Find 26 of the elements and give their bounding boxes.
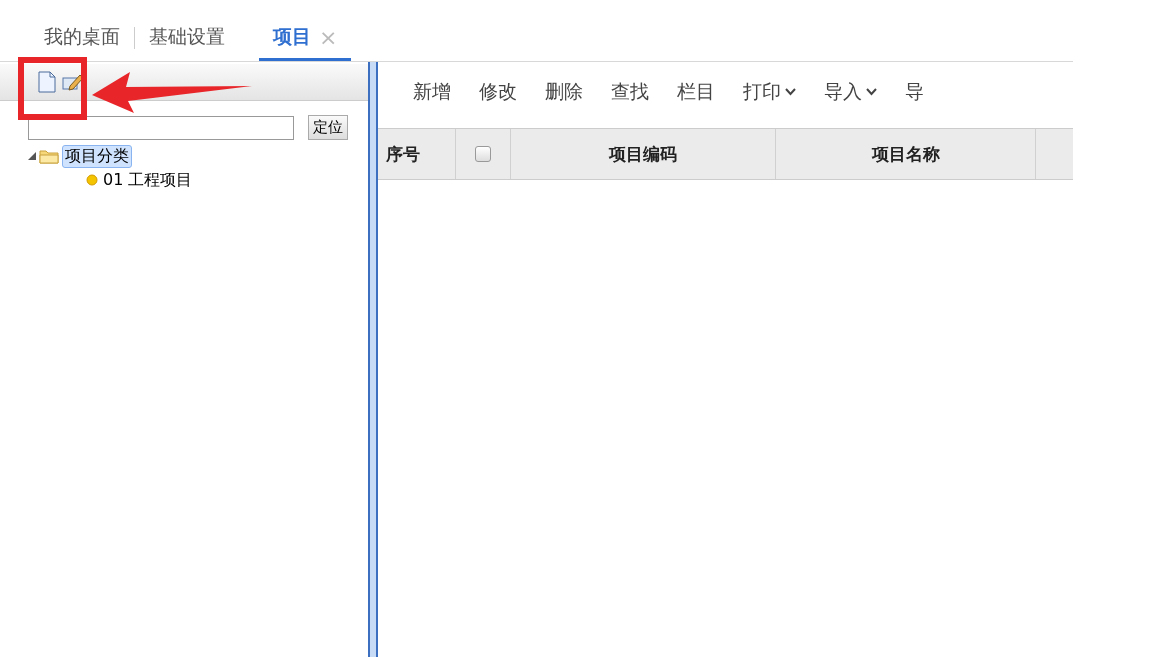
- toolbar-button[interactable]: 新增: [413, 79, 451, 105]
- tab[interactable]: 基础设置: [135, 24, 239, 61]
- pencil-icon[interactable]: [62, 72, 84, 92]
- tree-item[interactable]: 01 工程项目: [101, 169, 195, 191]
- tree-item[interactable]: 项目分类: [62, 144, 132, 168]
- column-header[interactable]: 项目名称: [871, 142, 940, 166]
- select-all-checkbox[interactable]: [475, 146, 491, 162]
- toolbar-button[interactable]: 导: [905, 79, 924, 105]
- tab[interactable]: 我的桌面: [30, 24, 134, 61]
- column-header[interactable]: 项目编码: [609, 142, 677, 166]
- column-header[interactable]: 序号: [386, 142, 420, 166]
- toolbar-button[interactable]: 栏目: [677, 79, 715, 105]
- new-file-icon[interactable]: [38, 71, 56, 93]
- toolbar-button[interactable]: 修改: [479, 79, 517, 105]
- locate-button[interactable]: 定位: [308, 115, 348, 140]
- tab[interactable]: 项目 ×: [259, 24, 352, 61]
- search-field[interactable]: [28, 115, 294, 140]
- toolbar-button[interactable]: 查找: [611, 79, 649, 105]
- highlight-frame: [18, 57, 87, 120]
- expanded-triangle-icon[interactable]: [28, 152, 36, 160]
- toolbar-button[interactable]: 删除: [545, 79, 583, 105]
- splitter-bar[interactable]: [368, 62, 378, 657]
- toolbar-button[interactable]: 导入: [824, 79, 877, 105]
- dot-icon: [86, 174, 98, 186]
- folder-icon: [39, 148, 59, 164]
- toolbar-button[interactable]: 打印: [743, 79, 796, 105]
